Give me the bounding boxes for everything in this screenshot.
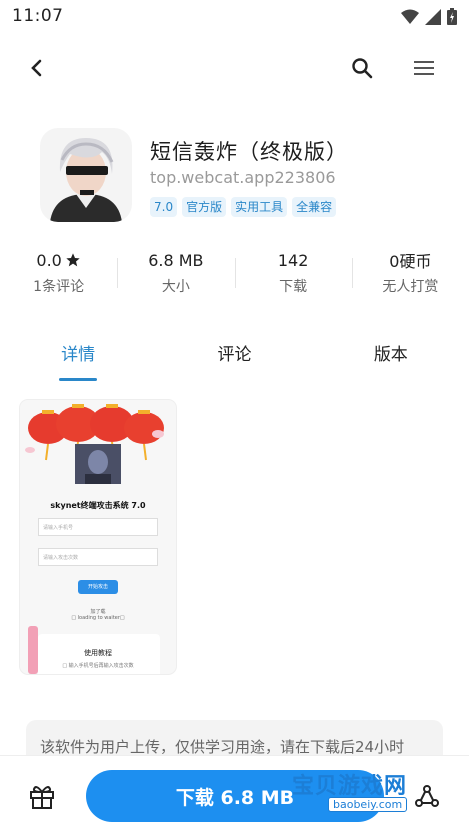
- tag-utility[interactable]: 实用工具: [231, 197, 288, 217]
- stat-size: 6.8 MB 大小: [117, 248, 234, 300]
- bottom-bar: 下载 6.8 MB: [0, 756, 469, 834]
- coins-label: 无人打赏: [382, 279, 439, 295]
- screenshot-count-field: 请输入攻击次数: [38, 548, 158, 566]
- screenshot-card-text: □ 输入手机号后再输入攻击次数: [62, 663, 134, 669]
- tab-versions[interactable]: 版本: [313, 330, 469, 382]
- coins-value: 0硬币: [389, 252, 432, 271]
- share-button[interactable]: [407, 776, 447, 816]
- stat-rating[interactable]: 0.0 1条评论: [0, 248, 117, 300]
- screenshot-phone-field: 请输入手机号: [38, 518, 158, 536]
- screenshot-card-title: 使用教程: [84, 649, 112, 657]
- downloads-value: 142: [277, 250, 309, 270]
- tab-indicator: [59, 378, 98, 381]
- tab-comments-label: 评论: [217, 345, 252, 365]
- star-icon: [66, 253, 80, 267]
- tab-details-label: 详情: [61, 345, 96, 365]
- battery-icon: [447, 8, 457, 25]
- stat-downloads: 142 下载: [234, 248, 352, 300]
- tab-versions-label: 版本: [373, 345, 408, 365]
- downloads-label: 下载: [279, 279, 308, 295]
- gift-button[interactable]: [22, 776, 62, 816]
- menu-button[interactable]: [404, 48, 444, 88]
- top-bar: [0, 44, 469, 92]
- tab-comments[interactable]: 评论: [156, 330, 312, 382]
- screenshot-avatar: [75, 444, 121, 484]
- search-icon: [352, 58, 373, 79]
- status-time: 11:07: [12, 6, 64, 26]
- size-value: 6.8 MB: [148, 250, 204, 270]
- rating-value: 0.0: [36, 250, 62, 270]
- menu-icon: [414, 61, 434, 75]
- tab-details[interactable]: 详情: [0, 330, 156, 382]
- app-tags: 7.0 官方版 实用工具 全兼容: [150, 197, 337, 217]
- back-button[interactable]: [16, 48, 56, 88]
- app-icon: [40, 128, 132, 222]
- tag-version[interactable]: 7.0: [150, 197, 178, 217]
- app-header: 短信轰炸（终极版） top.webcat.app223806 7.0 官方版 实…: [0, 128, 469, 228]
- download-button[interactable]: 下载 6.8 MB: [86, 770, 384, 822]
- screenshot-loading-label: 加了载: [90, 609, 106, 615]
- tag-compatible[interactable]: 全兼容: [292, 197, 337, 217]
- disclaimer-text: 该软件为用户上传，仅供学习用途，请在下载后24小时: [40, 738, 405, 756]
- screenshot-loading-text: □ loading to waiter□: [71, 615, 125, 621]
- wifi-icon: [401, 9, 419, 24]
- app-screenshot[interactable]: skynet终端攻击系统 7.0 请输入手机号 请输入攻击次数 开始攻击 加了载…: [20, 400, 176, 674]
- back-arrow-icon: [31, 59, 42, 77]
- size-label: 大小: [161, 279, 190, 295]
- status-bar: 11:07: [0, 0, 469, 34]
- search-button[interactable]: [342, 48, 382, 88]
- rating-label: 1条评论: [33, 279, 85, 295]
- screenshot-title: skynet终端攻击系统 7.0: [50, 501, 146, 510]
- screenshot-start-button: 开始攻击: [78, 580, 118, 594]
- app-avatar-image: [40, 128, 132, 222]
- tag-official[interactable]: 官方版: [182, 197, 227, 217]
- gift-icon: [30, 786, 54, 809]
- tab-bar: 详情 评论 版本: [0, 330, 469, 382]
- app-stats: 0.0 1条评论 6.8 MB 大小 142 下载 0硬币 无人打赏: [0, 248, 469, 300]
- stat-coins[interactable]: 0硬币 无人打赏: [351, 248, 469, 300]
- status-icons: [401, 8, 457, 25]
- signal-icon: [425, 8, 441, 25]
- app-name: 短信轰炸（终极版）: [150, 140, 348, 164]
- app-package: top.webcat.app223806: [150, 168, 336, 187]
- share-icon: [415, 785, 439, 807]
